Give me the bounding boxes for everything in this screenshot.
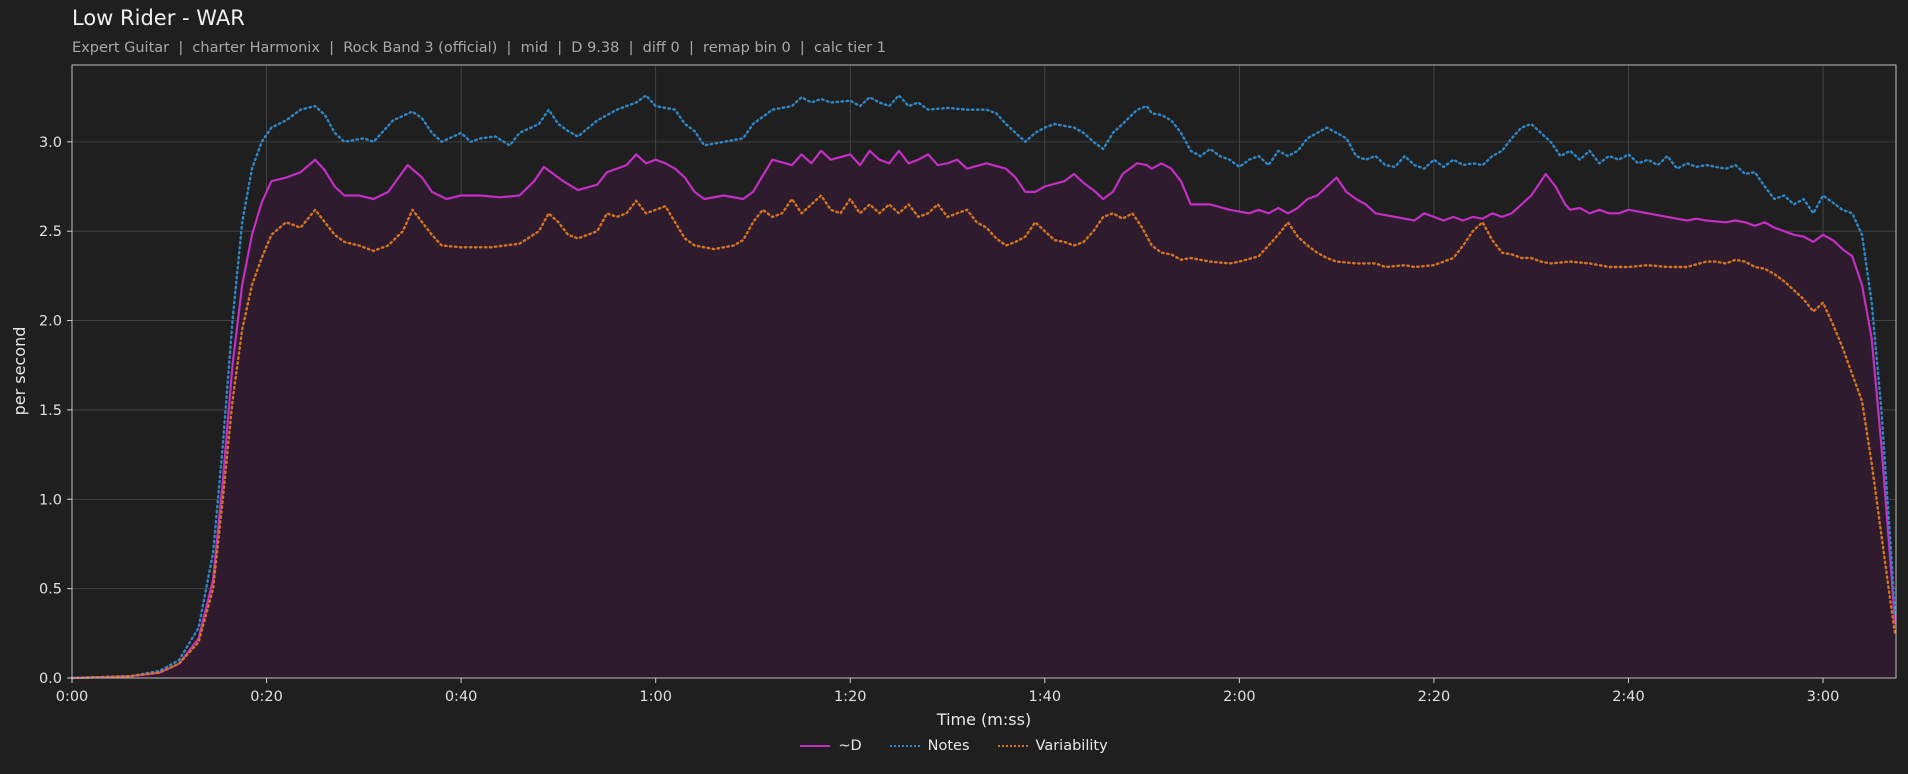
legend-item-2: Variability bbox=[997, 738, 1108, 754]
chart-canvas: 0:00 0:20 0:40 1:00 1:20 1:40 2:00 2:20 2:40 3:00… bbox=[10, 64, 1897, 729]
x-tick-label: 2:00 bbox=[1223, 689, 1256, 705]
x-tick-label: 1:40 bbox=[1029, 689, 1062, 705]
chart-legend: ~D Notes Variability bbox=[0, 738, 1908, 754]
x-tick-label: 2:20 bbox=[1418, 689, 1451, 705]
y-tick-label: 1.0 bbox=[39, 492, 62, 508]
legend-swatch bbox=[800, 745, 831, 747]
legend-item-0: ~D bbox=[800, 738, 862, 754]
x-tick-label: 2:40 bbox=[1612, 689, 1645, 705]
x-tick-label: 1:20 bbox=[834, 689, 867, 705]
x-tick-label: 3:00 bbox=[1807, 689, 1840, 705]
legend-swatch bbox=[997, 745, 1028, 747]
y-tick-label: 2.5 bbox=[39, 224, 62, 240]
legend-label: ~D bbox=[838, 738, 862, 754]
x-axis-label: Time (m:ss) bbox=[936, 710, 1031, 729]
legend-label: Variability bbox=[1035, 738, 1108, 754]
y-tick-label: 0.5 bbox=[39, 582, 62, 598]
x-tick-label: 0:20 bbox=[250, 689, 283, 705]
y-tick-label: 3.0 bbox=[39, 135, 62, 151]
y-axis-label: per second bbox=[10, 327, 29, 416]
x-tick-label: 0:40 bbox=[445, 689, 478, 705]
y-tick-label: 0.0 bbox=[39, 671, 62, 687]
x-tick-label: 1:00 bbox=[639, 689, 672, 705]
y-tick-label: 1.5 bbox=[39, 403, 62, 419]
legend-swatch bbox=[889, 745, 920, 747]
legend-label: Notes bbox=[927, 738, 970, 754]
y-tick-label: 2.0 bbox=[39, 314, 62, 330]
legend-item-1: Notes bbox=[889, 738, 970, 754]
series-area-0 bbox=[72, 150, 1895, 679]
x-tick-label: 0:00 bbox=[56, 689, 89, 705]
